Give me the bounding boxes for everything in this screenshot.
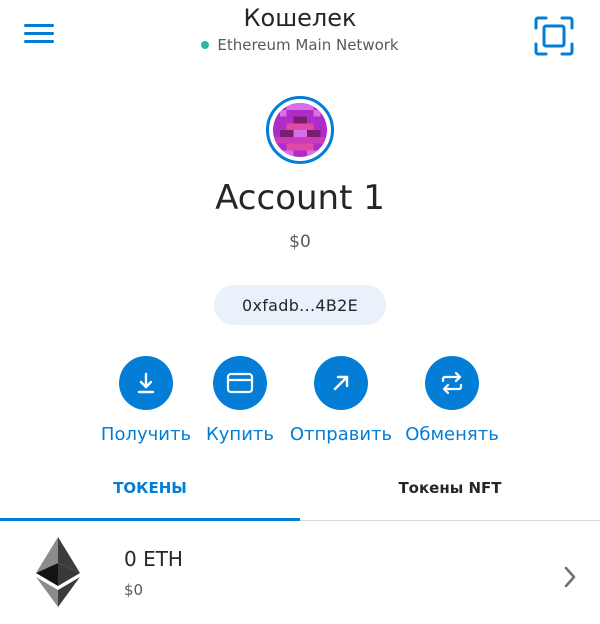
buy-circle[interactable] [213,356,267,410]
send-circle[interactable] [314,356,368,410]
qr-scan-icon[interactable] [532,14,576,58]
network-name: Ethereum Main Network [217,36,399,54]
tab-nft-tokens[interactable]: Токены NFT [300,456,600,520]
page-title: Кошелек [243,4,357,32]
swap-label: Обменять [405,424,499,445]
receive-circle[interactable] [119,356,173,410]
network-selector[interactable]: Ethereum Main Network [201,35,399,55]
token-fiat-value: $0 [124,581,144,599]
download-icon [137,372,155,394]
card-icon [226,372,254,394]
account-address-button[interactable]: 0xfadb...4B2E [214,285,386,325]
wallet-screen: Кошелек Ethereum Main Network Account 1 … [0,0,600,624]
swap-circle[interactable] [425,356,479,410]
swap-button[interactable]: Обменять [382,356,522,445]
identicon-icon [273,103,327,157]
header: Кошелек Ethereum Main Network [0,2,600,55]
account-address: 0xfadb...4B2E [241,295,358,315]
network-status-dot [201,41,210,49]
ethereum-icon [36,537,80,607]
tab-tokens[interactable]: ТОКЕНЫ [0,456,300,520]
arrow-up-right-icon [333,375,349,391]
token-amount: 0 ETH [124,547,183,571]
account-avatar[interactable] [266,96,334,164]
account-name[interactable]: Account 1 [0,176,600,220]
list-item[interactable]: 0 ETH $0 [0,521,600,624]
swap-icon [441,371,463,395]
chevron-right-icon [564,566,576,588]
asset-tabs: ТОКЕНЫ Токены NFT [0,456,600,521]
account-fiat-balance: $0 [289,232,311,252]
